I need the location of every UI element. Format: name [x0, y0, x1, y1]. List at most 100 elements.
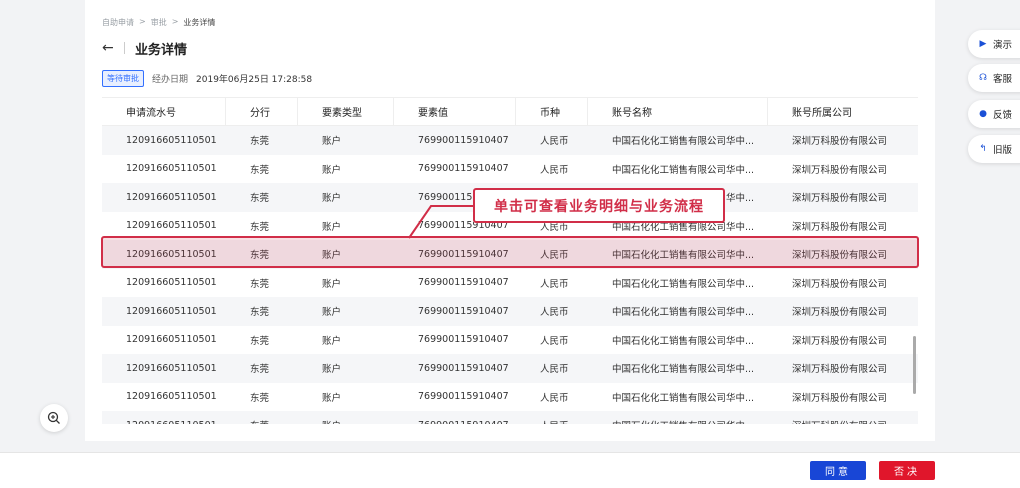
side-button-label: 演示 [993, 40, 1013, 51]
cell-currency: 人民币 [540, 278, 569, 290]
play-icon: ▶ [979, 39, 987, 49]
footer-bar [0, 452, 1020, 488]
side-button-feedback[interactable]: ● 反馈 [968, 100, 1020, 128]
cell-element-type: 账户 [322, 364, 342, 376]
cell-element-value: 769900115910407 [418, 163, 509, 175]
cell-element-value: 769900115910407 [418, 334, 509, 346]
cell-account-name: 中国石化化工销售有限公司华中... [588, 418, 768, 424]
cell-element-type: 账户 [322, 136, 342, 148]
cell-currency: 人民币 [540, 307, 569, 319]
cell-branch: 东莞 [250, 221, 270, 233]
cell-serial: 120916605110501 [126, 391, 217, 403]
side-button-label: 客服 [993, 74, 1013, 85]
table-row[interactable]: 120916605110501 东莞 账户 769900115910407 人民币 中国石… [102, 155, 918, 184]
side-button-old-version[interactable]: ↰ 旧版 [968, 135, 1020, 163]
page-title: 业务详情 [135, 42, 188, 58]
cell-element-type: 账户 [322, 278, 342, 290]
cell-company: 深圳万科股份有限公司 [792, 193, 888, 205]
column-header-element-value: 要素值 [394, 98, 516, 125]
cell-company: 深圳万科股份有限公司 [792, 164, 888, 176]
cell-element-value: 769900115910407 [418, 391, 509, 403]
status-badge: 等待审批 [102, 70, 144, 87]
breadcrumb-item-approve[interactable]: 审批 [151, 17, 167, 28]
cell-account-name: 中国石化化工销售有限公司华中... [612, 136, 755, 148]
reject-button[interactable]: 否决 [879, 461, 935, 480]
cell-company: 深圳万科股份有限公司 [792, 392, 888, 404]
zoom-in-button[interactable] [40, 404, 68, 432]
cell-branch: 东莞 [250, 307, 270, 319]
cell-element-value: 769900115910407 [418, 305, 509, 317]
column-header-branch: 分行 [226, 98, 298, 125]
cell-company: 深圳万科股份有限公司 [768, 418, 918, 424]
cell-branch: 东莞 [250, 164, 270, 176]
cell-element-type: 账户 [298, 418, 394, 424]
cell-element-value: 769900115910407 [394, 420, 516, 424]
cell-company: 深圳万科股份有限公司 [792, 278, 888, 290]
cell-company: 深圳万科股份有限公司 [792, 221, 888, 233]
cell-serial: 120916605110501 [126, 362, 217, 374]
breadcrumb: 自助申请 > 审批 > 业务详情 [102, 17, 215, 28]
cell-serial: 120916605110501 [126, 163, 217, 175]
cell-currency: 人民币 [516, 418, 588, 424]
column-header-company: 账号所属公司 [792, 108, 852, 119]
side-button-label: 反馈 [993, 110, 1013, 121]
cell-serial: 120916605110501 [126, 305, 217, 317]
cell-account-name: 中国石化化工销售有限公司华中... [612, 392, 755, 404]
side-button-demo[interactable]: ▶ 演示 [968, 30, 1020, 58]
agree-button[interactable]: 同意 [810, 461, 866, 480]
back-arrow-icon[interactable]: ← [102, 40, 118, 56]
cell-company: 深圳万科股份有限公司 [792, 307, 888, 319]
cell-branch: 东莞 [250, 136, 270, 148]
table-row[interactable]: 120916605110501 东莞 账户 769900115910407 人民币 中国石… [102, 383, 918, 412]
table-row[interactable]: 120916605110501东莞账户769900115910407人民币中国石… [102, 326, 918, 355]
zoom-in-icon [47, 411, 60, 424]
callout-tooltip: 单击可查看业务明细与业务流程 [473, 188, 725, 223]
table-body: 120916605110501 东莞 账户 769900115910407 人民币 中国石… [102, 126, 918, 424]
cell-branch: 东莞 [250, 335, 270, 347]
table-header: 申请流水号 分行 要素类型 要素值 币种 账号名称 账号所属公司 [102, 97, 918, 126]
cell-element-type: 账户 [322, 164, 342, 176]
status-row: 等待审批 经办日期 2019年06月25日 17:28:58 [102, 70, 312, 87]
table-row[interactable]: 120916605110501东莞账户769900115910407人民币中国石… [102, 126, 918, 155]
table-row[interactable]: 120916605110501东莞账户769900115910407人民币中国石… [102, 269, 918, 298]
cell-element-value: 769900115910407 [418, 277, 509, 289]
cell-element-type: 账户 [322, 221, 342, 233]
date-value: 2019年06月25日 17:28:58 [196, 75, 313, 85]
cell-account-name: 中国石化化工销售有限公司华中... [612, 335, 755, 347]
highlighted-row-marker [101, 236, 919, 268]
side-button-label: 旧版 [993, 145, 1013, 156]
cell-account-name: 中国石化化工销售有限公司华中... [612, 278, 755, 290]
cell-branch: 东莞 [226, 418, 298, 424]
chat-icon: ● [979, 109, 987, 119]
cell-currency: 人民币 [540, 164, 569, 176]
cell-company: 深圳万科股份有限公司 [792, 136, 888, 148]
side-button-service[interactable]: ☊ 客服 [968, 64, 1020, 92]
table-row[interactable]: 120916605110501东莞账户769900115910407人民币中国石… [102, 297, 918, 326]
cell-serial: 120916605110501 [126, 134, 217, 146]
cell-account-name: 中国石化化工销售有限公司华中... [612, 164, 755, 176]
cell-element-type: 账户 [322, 193, 342, 205]
cell-serial: 120916605110501 [126, 334, 217, 346]
cell-currency: 人民币 [540, 335, 569, 347]
breadcrumb-item-apply[interactable]: 自助申请 [102, 17, 134, 28]
title-row: ← 业务详情 [102, 39, 188, 58]
cell-company: 深圳万科股份有限公司 [792, 335, 888, 347]
breadcrumb-item-current: 业务详情 [183, 18, 216, 27]
breadcrumb-separator: > [139, 17, 146, 26]
cell-branch: 东莞 [250, 364, 270, 376]
cell-branch: 东莞 [250, 193, 270, 205]
table-row[interactable]: 120916605110501东莞账户769900115910407人民币中国石… [102, 354, 918, 383]
cell-branch: 东莞 [250, 392, 270, 404]
cell-branch: 东莞 [250, 278, 270, 290]
date-label: 经办日期 [152, 75, 189, 85]
divider [124, 42, 125, 54]
table-scrollbar[interactable] [913, 336, 916, 394]
headset-icon: ☊ [979, 73, 987, 83]
table-row[interactable]: 120916605110501东莞账户769900115910407人民币中国石… [102, 411, 918, 424]
cell-element-value: 769900115910407 [418, 362, 509, 374]
cell-serial: 120916605110501 [126, 191, 217, 203]
cell-element-type: 账户 [322, 392, 342, 404]
column-header-serial: 申请流水号 [102, 98, 226, 125]
cell-currency: 人民币 [540, 392, 569, 404]
column-header-element-type: 要素类型 [298, 98, 394, 125]
